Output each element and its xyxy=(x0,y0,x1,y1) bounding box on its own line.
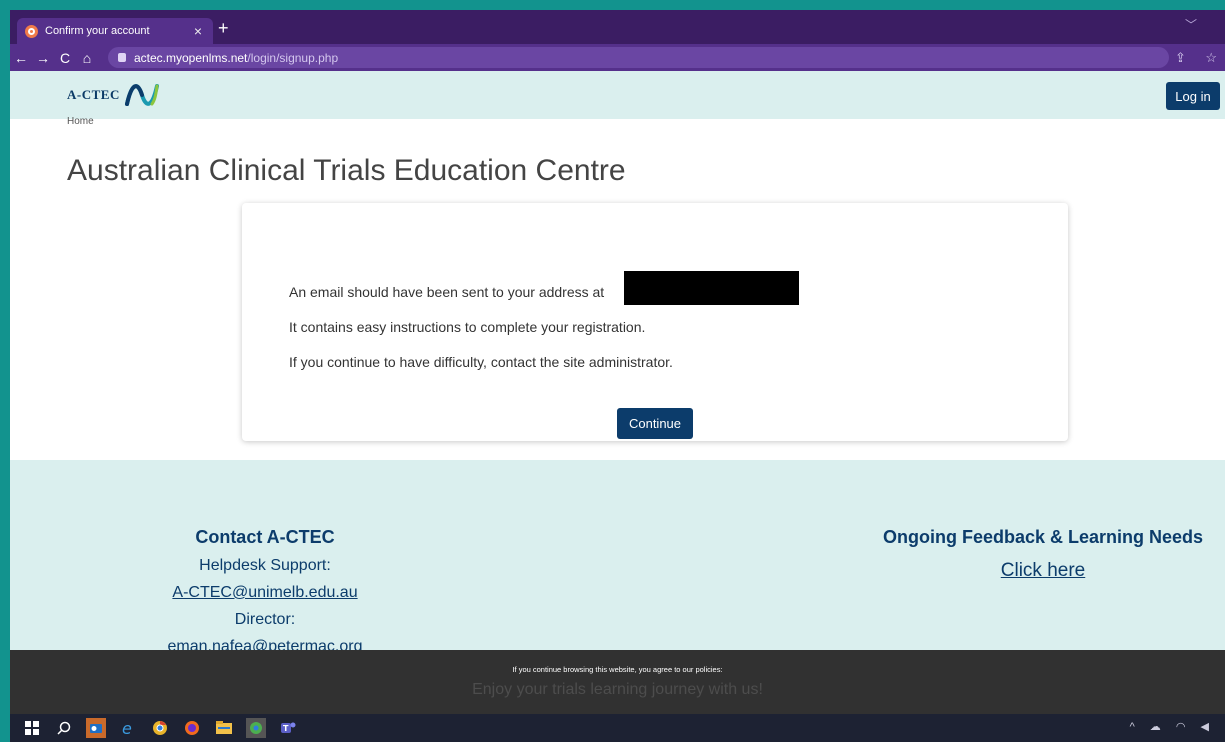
tab-title: Confirm your account xyxy=(45,25,150,37)
address-bar[interactable]: actec.myopenlms.net/login/signup.php xyxy=(108,47,1169,68)
chrome-icon[interactable] xyxy=(150,718,170,738)
forward-icon[interactable]: → xyxy=(32,50,54,66)
tab-close-icon[interactable]: × xyxy=(189,23,207,39)
confirmation-card: An email should have been sent to your a… xyxy=(242,203,1068,441)
browser-nav-bar: ← → C ⌂ actec.myopenlms.net/login/signup… xyxy=(10,44,1225,71)
feedback-column: Ongoing Feedback & Learning Needs Click … xyxy=(868,527,1218,582)
contact-column: Contact A-CTEC Helpdesk Support: A-CTEC@… xyxy=(140,527,390,656)
cookie-message: If you continue browsing this website, y… xyxy=(512,665,723,674)
teams-icon[interactable]: T xyxy=(278,718,298,738)
redacted-email xyxy=(624,271,799,305)
outlook-icon[interactable] xyxy=(86,718,106,738)
bookmark-star-icon[interactable]: ☆ xyxy=(1205,50,1217,66)
browser-tab-bar: Confirm your account × + ﹀ xyxy=(10,10,1225,44)
contact-heading: Contact A-CTEC xyxy=(195,527,335,547)
address-actions: ⇪ ☆ xyxy=(1175,50,1217,66)
back-icon[interactable]: ← xyxy=(10,50,32,66)
instructions-text: It contains easy instructions to complet… xyxy=(289,319,646,335)
share-icon[interactable]: ⇪ xyxy=(1175,50,1186,66)
lock-icon xyxy=(118,53,126,62)
screen: Confirm your account × + ﹀ ← → C ⌂ actec… xyxy=(10,10,1225,742)
url-path: /login/signup.php xyxy=(247,50,339,65)
feedback-link[interactable]: Click here xyxy=(868,560,1218,582)
system-tray[interactable]: ^ ☁ ◠ ◀ xyxy=(1130,720,1215,733)
logo-wave-icon xyxy=(124,84,159,106)
firefox-icon[interactable] xyxy=(182,718,202,738)
site-logo[interactable]: A-CTEC xyxy=(67,80,160,110)
onedrive-icon[interactable]: ☁ xyxy=(1150,721,1167,733)
home-icon[interactable]: ⌂ xyxy=(76,50,98,66)
svg-text:e: e xyxy=(122,720,132,736)
url-host: actec.myopenlms.net xyxy=(134,50,248,65)
svg-text:T: T xyxy=(283,724,289,733)
page-title: Australian Clinical Trials Education Cen… xyxy=(67,154,626,187)
edge-icon[interactable]: e xyxy=(118,718,138,738)
tab-search-icon[interactable]: ﹀ xyxy=(1185,16,1197,33)
tray-chevron-icon[interactable]: ^ xyxy=(1130,721,1141,733)
search-icon[interactable] xyxy=(54,718,74,738)
file-explorer-icon[interactable] xyxy=(214,718,234,738)
site-header: A-CTEC Log in xyxy=(10,71,1225,119)
director-label: Director: xyxy=(234,611,296,628)
footer-tagline: Enjoy your trials learning journey with … xyxy=(472,681,763,698)
email-sent-text: An email should have been sent to your a… xyxy=(289,284,605,300)
windows-taskbar: e T ^ ☁ ◠ ◀ xyxy=(10,714,1225,742)
browser-tab[interactable]: Confirm your account × xyxy=(17,18,213,44)
volume-icon[interactable]: ◀ xyxy=(1201,721,1215,733)
logo-text: A-CTEC xyxy=(67,87,120,102)
helpdesk-email-link[interactable]: A-CTEC@unimelb.edu.au xyxy=(140,584,390,602)
new-tab-icon[interactable]: + xyxy=(218,18,229,38)
windows-icon[interactable] xyxy=(22,718,42,738)
helpdesk-label: Helpdesk Support: xyxy=(199,557,331,574)
breadcrumb[interactable]: Home xyxy=(67,116,94,127)
chrome-profile-icon[interactable] xyxy=(246,718,266,738)
feedback-heading: Ongoing Feedback & Learning Needs xyxy=(882,527,1204,547)
continue-button[interactable]: Continue xyxy=(617,408,693,439)
reload-icon[interactable]: C xyxy=(54,50,76,66)
difficulty-text: If you continue to have difficulty, cont… xyxy=(289,354,673,370)
cookie-banner: If you continue browsing this website, y… xyxy=(10,650,1225,716)
site-favicon-icon xyxy=(25,24,38,38)
wifi-icon[interactable]: ◠ xyxy=(1176,721,1192,733)
login-button[interactable]: Log in xyxy=(1166,82,1220,110)
